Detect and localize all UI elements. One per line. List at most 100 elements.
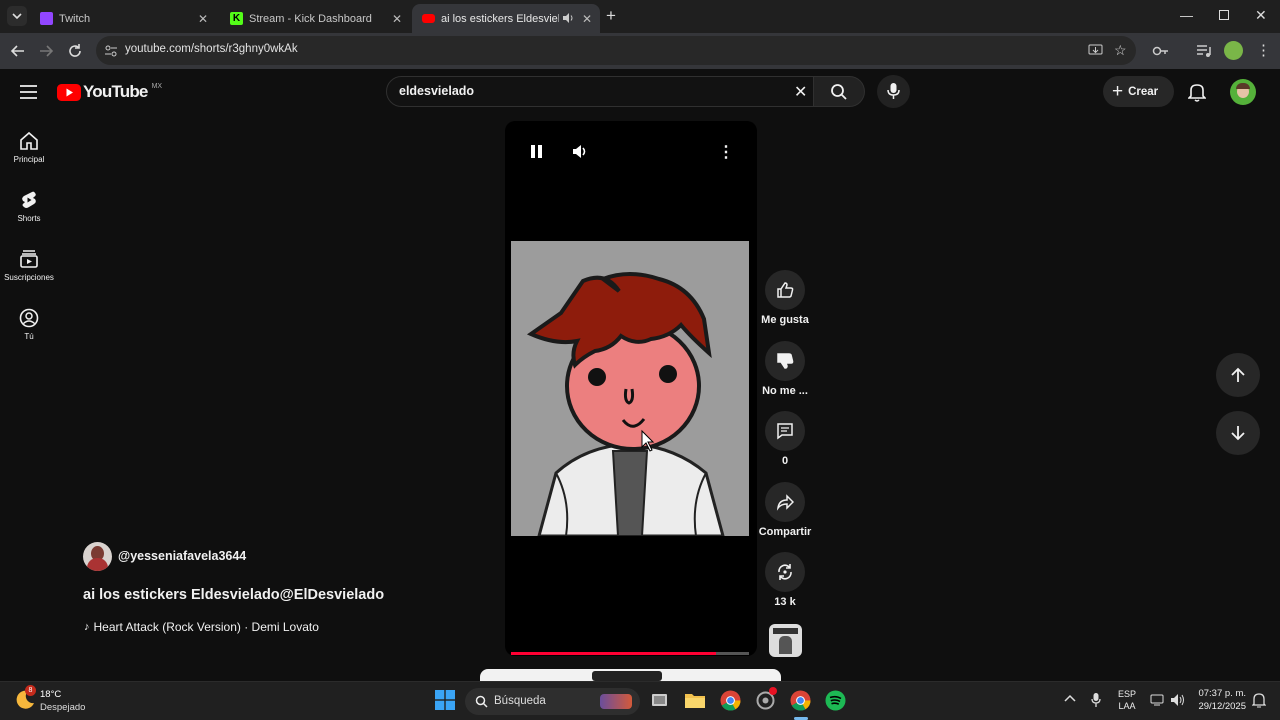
folder-icon — [685, 694, 705, 708]
close-tab-icon[interactable]: ✕ — [198, 12, 208, 26]
sidebar-item-tu[interactable]: Tú — [0, 308, 58, 341]
search-input[interactable]: eldesvielado — [399, 84, 474, 98]
channel-handle[interactable]: @yesseniafavela3644 — [118, 549, 246, 563]
comments-button[interactable] — [765, 411, 805, 451]
shorts-player[interactable]: ⋮ — [505, 121, 757, 656]
search-button[interactable] — [814, 76, 865, 107]
tab-twitch[interactable]: Twitch ✕ — [30, 4, 216, 33]
spotify-button[interactable] — [825, 690, 847, 712]
chrome-active-button[interactable] — [790, 690, 812, 720]
close-tab-icon[interactable]: ✕ — [582, 12, 592, 26]
microphone-tray-icon[interactable] — [1091, 692, 1101, 708]
clear-search-icon[interactable]: ✕ — [794, 82, 807, 102]
search-highlight-image — [600, 694, 632, 709]
remix-button[interactable] — [765, 552, 805, 592]
close-window-button[interactable]: ✕ — [1255, 7, 1267, 24]
comment-icon — [777, 423, 793, 440]
clock-date: 29/12/2025 — [1198, 701, 1246, 712]
notifications-button[interactable] — [1188, 82, 1206, 102]
sidebar-item-label: Principal — [13, 155, 45, 164]
profile-avatar[interactable] — [1224, 41, 1243, 60]
account-avatar[interactable] — [1230, 79, 1256, 105]
previous-short-button[interactable] — [1216, 353, 1260, 397]
close-tab-icon[interactable]: ✕ — [392, 12, 402, 26]
search-box[interactable]: eldesvielado ✕ — [386, 76, 814, 107]
more-options-icon[interactable]: ⋮ — [718, 142, 734, 162]
sound-thumbnail[interactable] — [769, 624, 802, 657]
password-key-icon[interactable] — [1152, 44, 1170, 58]
next-short-preview[interactable] — [480, 669, 781, 681]
file-explorer-button[interactable] — [684, 690, 706, 712]
voice-search-button[interactable] — [877, 75, 910, 108]
youtube-page: YouTube MX eldesvielado ✕ + Crear Princi… — [0, 69, 1280, 681]
weather-badge: 8 — [25, 685, 36, 696]
install-app-icon[interactable] — [1088, 43, 1103, 58]
youtube-logo[interactable]: YouTube MX — [57, 82, 162, 102]
language-indicator[interactable]: ESP LAA — [1118, 689, 1136, 711]
arrow-down-icon — [1231, 426, 1245, 441]
tab-youtube-active[interactable]: ai los estickers Eldesvielado ✕ — [412, 4, 600, 33]
media-controls-icon[interactable] — [1196, 43, 1212, 59]
comments-count: 0 — [781, 455, 789, 467]
search-icon — [831, 84, 847, 100]
tab-title: Twitch — [59, 12, 91, 25]
twitch-icon — [40, 12, 53, 25]
arrow-right-icon — [40, 45, 54, 57]
weather-temp: 18°C — [40, 689, 62, 700]
remix-icon — [778, 564, 792, 580]
sidebar-item-principal[interactable]: Principal — [0, 131, 58, 164]
hamburger-menu-icon[interactable] — [20, 85, 37, 99]
new-tab-button[interactable]: + — [606, 6, 616, 26]
task-view-button[interactable] — [650, 690, 672, 712]
arrow-up-icon — [1231, 367, 1245, 382]
dislike-label: No me ... — [762, 385, 808, 397]
next-short-button[interactable] — [1216, 411, 1260, 455]
windows-start-button[interactable] — [435, 690, 457, 712]
chrome-button[interactable] — [720, 690, 742, 712]
short-title: ai los estickers Eldesvielado@ElDesviela… — [83, 587, 385, 603]
logo-text: YouTube — [83, 82, 148, 101]
chevron-up-icon[interactable] — [1064, 693, 1076, 703]
create-button[interactable]: + Crear — [1103, 76, 1174, 107]
minimize-button[interactable]: — — [1180, 8, 1193, 23]
share-button[interactable] — [765, 482, 805, 522]
shorts-icon — [22, 191, 36, 208]
browser-tab-bar: Twitch ✕ K Stream - Kick Dashboard ✕ ai … — [0, 0, 1280, 33]
dislike-button[interactable] — [765, 341, 805, 381]
kick-icon: K — [230, 12, 243, 25]
pause-button[interactable] — [530, 144, 544, 159]
tab-title: ai los estickers Eldesvielado — [441, 12, 559, 25]
more-menu-icon[interactable]: ⋮ — [1256, 41, 1271, 59]
network-icon[interactable] — [1150, 693, 1164, 707]
like-button[interactable] — [765, 270, 805, 310]
tab-kick[interactable]: K Stream - Kick Dashboard ✕ — [220, 4, 410, 33]
volume-tray-icon[interactable] — [1170, 693, 1185, 707]
tab-search-button[interactable] — [7, 6, 27, 26]
sidebar-item-suscripciones[interactable]: Suscripciones — [0, 249, 58, 282]
back-button[interactable] — [9, 42, 27, 60]
notification-center-icon[interactable] — [1252, 692, 1266, 708]
speaker-icon[interactable] — [562, 12, 574, 24]
weather-widget[interactable]: 8 — [14, 685, 36, 710]
reload-button[interactable] — [66, 42, 84, 60]
taskbar-search[interactable]: Búsqueda — [465, 688, 640, 715]
pause-icon — [531, 145, 542, 158]
clock[interactable]: 07:37 p. m. 29/12/2025 — [1194, 688, 1246, 712]
forward-button[interactable] — [37, 42, 55, 60]
app-button[interactable] — [755, 687, 777, 712]
home-icon — [20, 131, 38, 150]
share-label: Compartir — [758, 526, 812, 538]
bookmark-star-icon[interactable]: ☆ — [1114, 42, 1127, 59]
video-progress-bar[interactable] — [511, 652, 749, 655]
volume-button[interactable] — [572, 144, 589, 159]
language-top: ESP — [1118, 689, 1137, 699]
address-bar[interactable]: youtube.com/shorts/r3ghny0wkAk ☆ — [96, 36, 1136, 65]
region-code: MX — [151, 82, 163, 90]
language-bottom: LAA — [1118, 701, 1136, 711]
site-info-icon[interactable] — [104, 44, 118, 58]
music-link[interactable]: ♪ Heart Attack (Rock Version) · Demi Lov… — [84, 620, 319, 634]
restore-button[interactable] — [1219, 10, 1229, 20]
sidebar-item-shorts[interactable]: Shorts — [0, 190, 58, 223]
channel-avatar[interactable] — [83, 542, 112, 571]
plus-icon: + — [1112, 80, 1124, 102]
